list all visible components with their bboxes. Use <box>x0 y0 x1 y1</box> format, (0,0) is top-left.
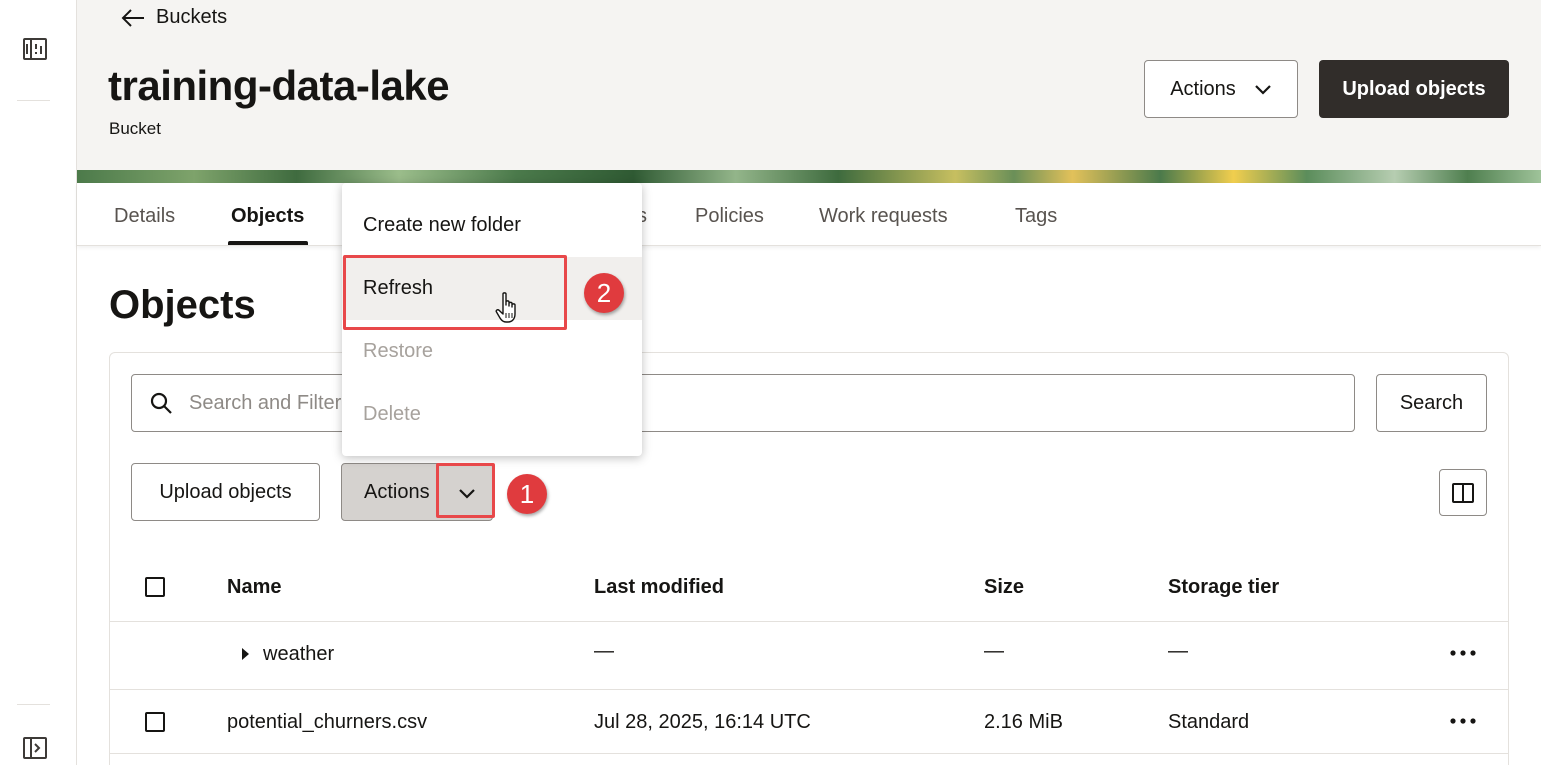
header-actions-label: Actions <box>1170 77 1236 100</box>
column-header-last-modified[interactable]: Last modified <box>594 576 724 599</box>
table-row-modified: Jul 28, 2025, 16:14 UTC <box>594 711 811 733</box>
header-upload-objects-button[interactable]: Upload objects <box>1319 60 1509 118</box>
search-field[interactable] <box>131 374 1355 432</box>
section-title: Objects <box>109 283 256 327</box>
actions-dropdown-menu: Create new folder Refresh Restore Delete <box>342 183 642 456</box>
annotation-badge-2: 2 <box>584 273 624 313</box>
chevron-down-icon <box>1255 85 1271 95</box>
rail-divider <box>17 704 50 705</box>
column-header-size[interactable]: Size <box>984 576 1024 599</box>
row-divider <box>110 621 1508 622</box>
tab-bar: Details Objects s Policies Work requests… <box>77 183 1541 246</box>
tab-work-requests[interactable]: Work requests <box>819 205 948 228</box>
row-divider <box>110 689 1508 690</box>
row-checkbox[interactable] <box>145 712 165 732</box>
table-row-name[interactable]: potential_churners.csv <box>227 711 427 734</box>
table-row-size: 2.16 MiB <box>984 711 1063 733</box>
actions-menu-label: Actions <box>364 480 430 503</box>
page-title: training-data-lake <box>108 62 450 109</box>
menu-item-restore[interactable]: Restore <box>342 320 642 383</box>
table-row-size: — <box>984 640 1004 662</box>
table-row-name[interactable]: weather <box>263 643 334 666</box>
table-row-tier: — <box>1168 640 1188 662</box>
left-rail <box>0 0 77 765</box>
table-row-tier: Standard <box>1168 711 1250 733</box>
select-all-checkbox[interactable] <box>145 577 165 597</box>
expand-sidebar-icon[interactable] <box>22 735 48 761</box>
header-actions-button[interactable]: Actions <box>1144 60 1298 118</box>
search-icon <box>150 392 172 414</box>
search-button[interactable]: Search <box>1376 374 1487 432</box>
menu-item-delete[interactable]: Delete <box>342 383 642 446</box>
column-header-storage-tier[interactable]: Storage tier <box>1168 576 1279 599</box>
caret-right-icon[interactable] <box>240 646 250 662</box>
active-tab-indicator <box>228 241 308 245</box>
arrow-left-icon <box>121 8 144 27</box>
back-to-buckets-link[interactable]: Buckets <box>120 6 227 29</box>
more-icon[interactable] <box>1449 717 1477 725</box>
header-banner <box>77 170 1541 183</box>
annotation-badge-1: 1 <box>507 474 547 514</box>
rail-divider <box>17 100 50 101</box>
panel-icon[interactable] <box>22 36 48 62</box>
back-link-label: Buckets <box>156 6 228 28</box>
column-header-name[interactable]: Name <box>227 576 281 599</box>
table-row-modified: — <box>594 640 614 662</box>
column-settings-button[interactable] <box>1439 469 1487 516</box>
tab-details[interactable]: Details <box>114 205 175 228</box>
menu-item-create-folder[interactable]: Create new folder <box>342 194 642 257</box>
upload-objects-button[interactable]: Upload objects <box>131 463 320 521</box>
page-subtitle: Bucket <box>109 119 161 138</box>
page-header: Buckets training-data-lake Bucket Action… <box>77 0 1541 183</box>
row-divider <box>110 753 1508 754</box>
tab-objects[interactable]: Objects <box>231 205 304 228</box>
hand-cursor-icon <box>495 292 516 323</box>
more-icon[interactable] <box>1449 649 1477 657</box>
chevron-down-icon[interactable] <box>458 487 476 499</box>
columns-icon <box>1452 482 1474 503</box>
actions-menu-button[interactable]: Actions <box>341 463 493 521</box>
tab-policies[interactable]: Policies <box>695 205 764 228</box>
tab-tags[interactable]: Tags <box>1015 205 1057 228</box>
